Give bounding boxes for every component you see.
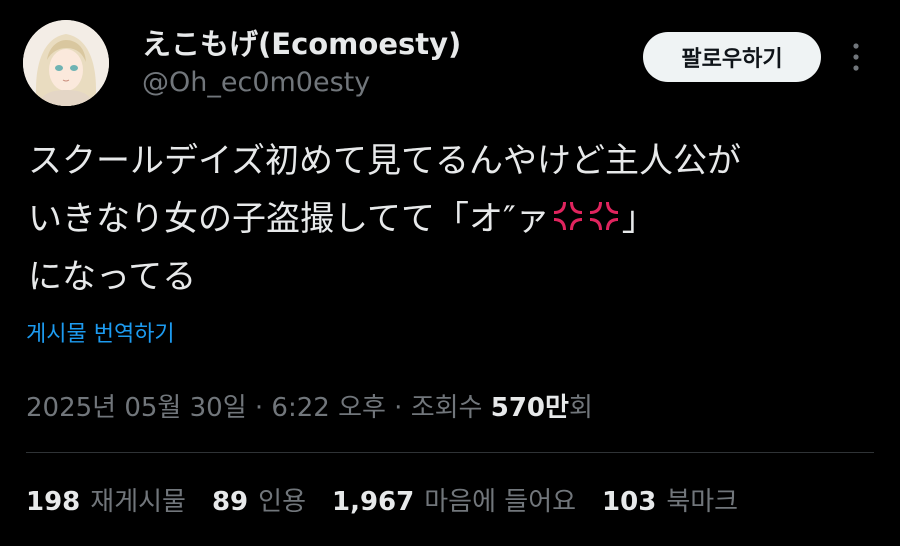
meta-separator: · [385, 393, 411, 423]
tweet-line-2-text: いきなり女の子盗撮してて「オ″ァ [28, 199, 550, 239]
bookmarks-label: 북마크 [666, 487, 739, 517]
quotes-count: 89 [211, 487, 249, 517]
author-info[interactable]: えこもげ(Ecomoesty) @Oh_ec0m0esty [142, 26, 461, 100]
likes-stat[interactable]: 1,967 마음에 들어요 [332, 481, 576, 518]
views-count[interactable]: 570 [491, 393, 545, 423]
anger-symbol-icon [553, 202, 582, 230]
likes-label: 마음에 들어요 [424, 487, 577, 517]
reposts-label: 재게시물 [90, 487, 186, 517]
more-options-icon[interactable] [842, 38, 870, 76]
views-prefix: 조회수 [410, 393, 491, 423]
tweet-meta: 2025년 05월 30일 · 6:22 오후 · 조회수 570만회 [26, 387, 593, 424]
avatar-image [23, 20, 109, 106]
tweet-line-2: いきなり女の子盗撮してて「オ″ァ 」 [28, 190, 878, 248]
quotes-label: 인용 [258, 487, 306, 517]
timestamp[interactable]: 2025년 05월 30일 · 6:22 오후 [26, 393, 386, 423]
engagement-stats: 198 재게시물 89 인용 1,967 마음에 들어요 103 북마크 [26, 481, 764, 518]
tweet-text: スクールデイズ初めて見てるんやけど主人公が いきなり女の子盗撮してて「オ″ァ」 … [28, 132, 878, 306]
views-unit: 만 [545, 393, 569, 423]
quotes-stat[interactable]: 89 인용 [212, 481, 306, 518]
bookmarks-count: 103 [602, 487, 657, 517]
follow-button[interactable]: 팔로우하기 [643, 32, 821, 82]
avatar[interactable] [23, 20, 109, 106]
display-name[interactable]: えこもげ(Ecomoesty) [142, 26, 461, 62]
translate-post-link[interactable]: 게시물 번역하기 [26, 316, 175, 348]
user-handle[interactable]: @Oh_ec0m0esty [142, 66, 461, 100]
bookmarks-stat[interactable]: 103 북마크 [602, 481, 738, 518]
tweet-line-1: スクールデイズ初めて見てるんやけど主人公が [28, 141, 741, 181]
likes-count: 1,967 [332, 487, 415, 517]
views-suffix: 회 [568, 393, 593, 423]
anger-symbol-icon [589, 202, 618, 230]
tweet-line-2-close: 」 [621, 199, 656, 239]
reposts-stat[interactable]: 198 재게시물 [26, 481, 186, 518]
tweet-line-3: になってる [28, 257, 197, 297]
divider [26, 452, 874, 453]
reposts-count: 198 [26, 487, 81, 517]
